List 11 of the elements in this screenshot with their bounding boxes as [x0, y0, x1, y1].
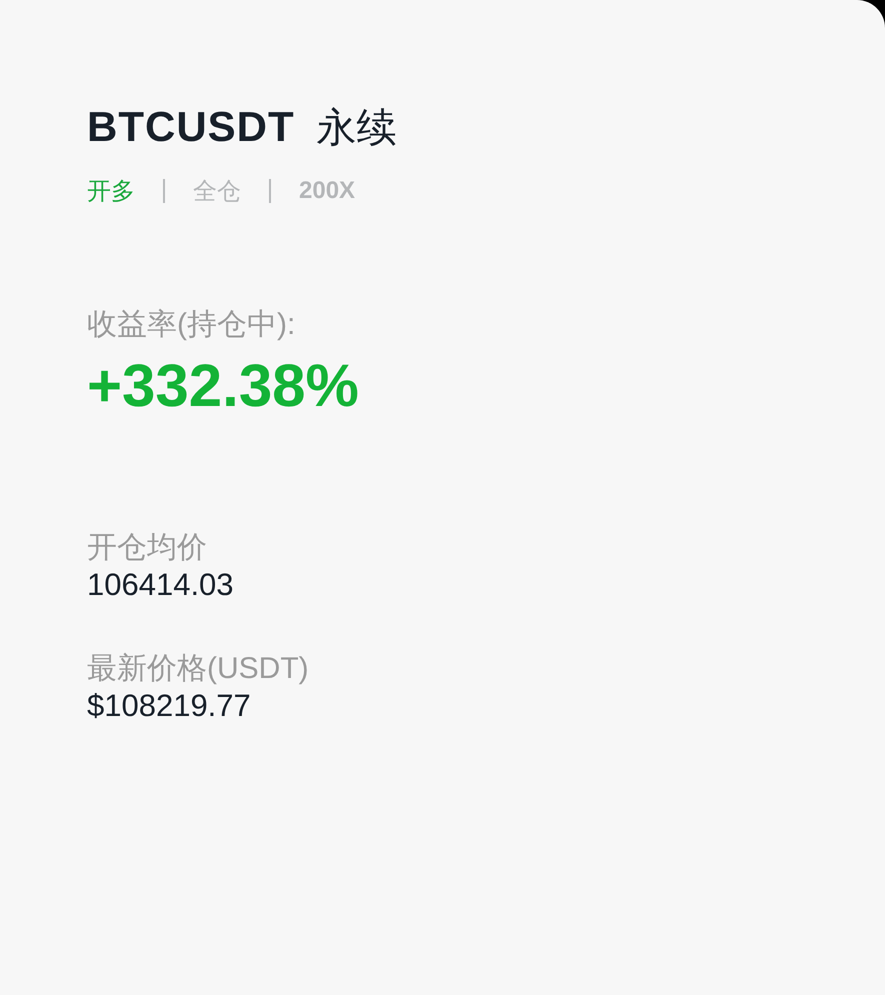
return-value: +332.38%	[87, 351, 360, 420]
contract-type: 永续	[316, 104, 397, 153]
symbol-title: BTCUSDT	[87, 103, 295, 151]
return-label: 收益率(持仓中):	[87, 307, 296, 343]
position-tag: 200X	[299, 177, 356, 205]
stat-value: $108219.77	[87, 687, 252, 724]
stat-label: 最新价格(USDT)	[87, 651, 310, 688]
stat-value: 106414.03	[87, 566, 235, 604]
stat-label: 开仓均价	[87, 530, 208, 566]
position-tag: 开多	[87, 175, 135, 207]
position-tag: 全仓	[193, 175, 241, 207]
